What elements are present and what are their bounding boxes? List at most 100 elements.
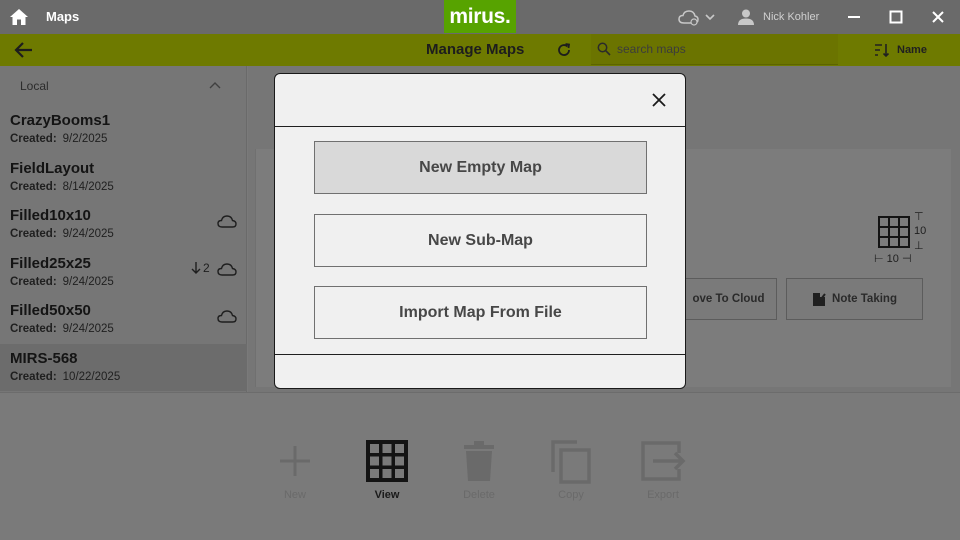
- user-icon: [738, 9, 754, 25]
- map-created: Created: 9/24/2025: [10, 323, 114, 335]
- map-date: 8/14/2025: [62, 181, 114, 193]
- map-date: 9/2/2025: [62, 133, 108, 145]
- copy-icon: [551, 440, 591, 484]
- pending-download-count: 2: [191, 260, 210, 276]
- map-list-item-selected[interactable]: MIRS-568 Created: 10/22/2025: [0, 344, 247, 391]
- note-taking-button[interactable]: Note Taking: [786, 278, 923, 320]
- sort-icon: [875, 44, 890, 57]
- home-icon: [10, 9, 28, 25]
- minimize-button[interactable]: [842, 6, 866, 28]
- sort-button[interactable]: Name: [874, 41, 927, 59]
- refresh-icon: [558, 43, 571, 56]
- grid-icon: [366, 440, 408, 482]
- grid-size-icon: [878, 216, 910, 248]
- trash-icon: [464, 441, 494, 481]
- arrow-down-icon: [191, 262, 201, 274]
- map-name: MIRS-568: [10, 350, 78, 367]
- grid-cols: 10: [886, 253, 899, 265]
- map-list-item[interactable]: FieldLayout Created: 8/14/2025: [0, 154, 247, 201]
- mirus-logo: mirus.: [444, 0, 516, 33]
- created-label: Created:: [10, 133, 57, 145]
- title-bar: Maps mirus. Nick Kohler: [0, 0, 960, 34]
- search-icon: [597, 42, 611, 56]
- cloud-icon: [217, 263, 237, 276]
- map-created: Created: 9/24/2025: [10, 276, 114, 288]
- view-label: View: [374, 489, 400, 501]
- map-created: Created: 8/14/2025: [10, 181, 114, 193]
- chevron-up-icon: [209, 82, 221, 89]
- grid-rows-dimension: ⊤ 10 ⊥: [914, 211, 927, 252]
- cloud-icon: [217, 215, 237, 228]
- user-name: Nick Kohler: [763, 11, 820, 23]
- map-list-item[interactable]: Filled25x25 Created: 9/24/2025 2: [0, 249, 247, 296]
- new-sub-map-button[interactable]: New Sub-Map: [314, 214, 647, 267]
- back-button[interactable]: [12, 39, 36, 61]
- maximize-button[interactable]: [884, 6, 908, 28]
- new-map-button[interactable]: New: [265, 437, 325, 501]
- export-map-button[interactable]: Export: [633, 437, 693, 501]
- created-label: Created:: [10, 276, 57, 288]
- created-label: Created:: [10, 181, 57, 193]
- plus-icon: [280, 446, 310, 476]
- grid-rows: 10: [914, 225, 927, 237]
- delete-map-button[interactable]: Delete: [449, 437, 509, 501]
- close-icon: [652, 93, 666, 107]
- close-window-button[interactable]: [926, 6, 950, 28]
- new-map-dialog: New Empty Map New Sub-Map Import Map Fro…: [274, 73, 686, 389]
- map-created: Created: 9/2/2025: [10, 133, 107, 145]
- move-to-cloud-button[interactable]: ove To Cloud: [680, 278, 777, 320]
- page-title: Manage Maps: [426, 41, 525, 58]
- map-name: FieldLayout: [10, 160, 95, 177]
- created-label: Created:: [10, 323, 57, 335]
- export-label: Export: [647, 489, 679, 501]
- delete-label: Delete: [463, 489, 495, 501]
- move-to-cloud-label: ove To Cloud: [692, 293, 765, 305]
- map-name: CrazyBooms1: [10, 112, 111, 129]
- maximize-icon: [889, 10, 903, 24]
- close-icon: [932, 11, 944, 23]
- section-label: Local: [20, 79, 49, 93]
- map-date: 10/22/2025: [62, 371, 121, 383]
- copy-label: Copy: [558, 489, 584, 501]
- logo-text: mirus.: [449, 4, 511, 28]
- dialog-header-divider: [275, 126, 685, 127]
- grid-cols-dimension: ⊢ 10 ⊣: [874, 253, 912, 265]
- search-input[interactable]: [617, 39, 829, 59]
- map-name: Filled50x50: [10, 302, 91, 319]
- map-date: 9/24/2025: [62, 228, 114, 240]
- map-list-sidebar: Local CrazyBooms1 Created: 9/2/2025 Field…: [0, 66, 247, 392]
- view-map-button[interactable]: View: [357, 437, 417, 501]
- map-name: Filled10x10: [10, 207, 91, 224]
- created-label: Created:: [10, 371, 57, 383]
- map-name: Filled25x25: [10, 255, 91, 272]
- map-date: 9/24/2025: [62, 276, 114, 288]
- cloud-status-dropdown[interactable]: [677, 8, 717, 28]
- bottom-action-bar: New View Delete Copy Export: [0, 392, 960, 540]
- sort-label: Name: [897, 44, 927, 56]
- cloud-icon: [217, 310, 237, 323]
- map-created: Created: 10/22/2025: [10, 371, 120, 383]
- map-list-item[interactable]: Filled10x10 Created: 9/24/2025: [0, 201, 247, 248]
- search-box: [591, 34, 838, 65]
- created-label: Created:: [10, 228, 57, 240]
- local-section-header[interactable]: Local: [0, 66, 247, 104]
- copy-map-button[interactable]: Copy: [541, 437, 601, 501]
- map-list-item[interactable]: CrazyBooms1 Created: 9/2/2025: [0, 106, 247, 153]
- refresh-button[interactable]: [556, 42, 572, 58]
- note-taking-label: Note Taking: [832, 293, 897, 305]
- map-date: 9/24/2025: [62, 323, 114, 335]
- minimize-icon: [848, 16, 860, 18]
- map-created: Created: 9/24/2025: [10, 228, 114, 240]
- home-button[interactable]: [8, 6, 30, 28]
- map-list-item[interactable]: Filled50x50 Created: 9/24/2025: [0, 296, 247, 343]
- import-map-from-file-button[interactable]: Import Map From File: [314, 286, 647, 339]
- pending-count: 2: [203, 261, 210, 275]
- cloud-sync-icon: [678, 10, 715, 26]
- note-icon: [813, 293, 826, 306]
- export-icon: [641, 441, 686, 481]
- dialog-close-button[interactable]: [649, 90, 669, 110]
- app-title: Maps: [46, 9, 80, 24]
- new-label: New: [283, 489, 306, 501]
- new-empty-map-button[interactable]: New Empty Map: [314, 141, 647, 194]
- dialog-footer-divider: [275, 354, 685, 355]
